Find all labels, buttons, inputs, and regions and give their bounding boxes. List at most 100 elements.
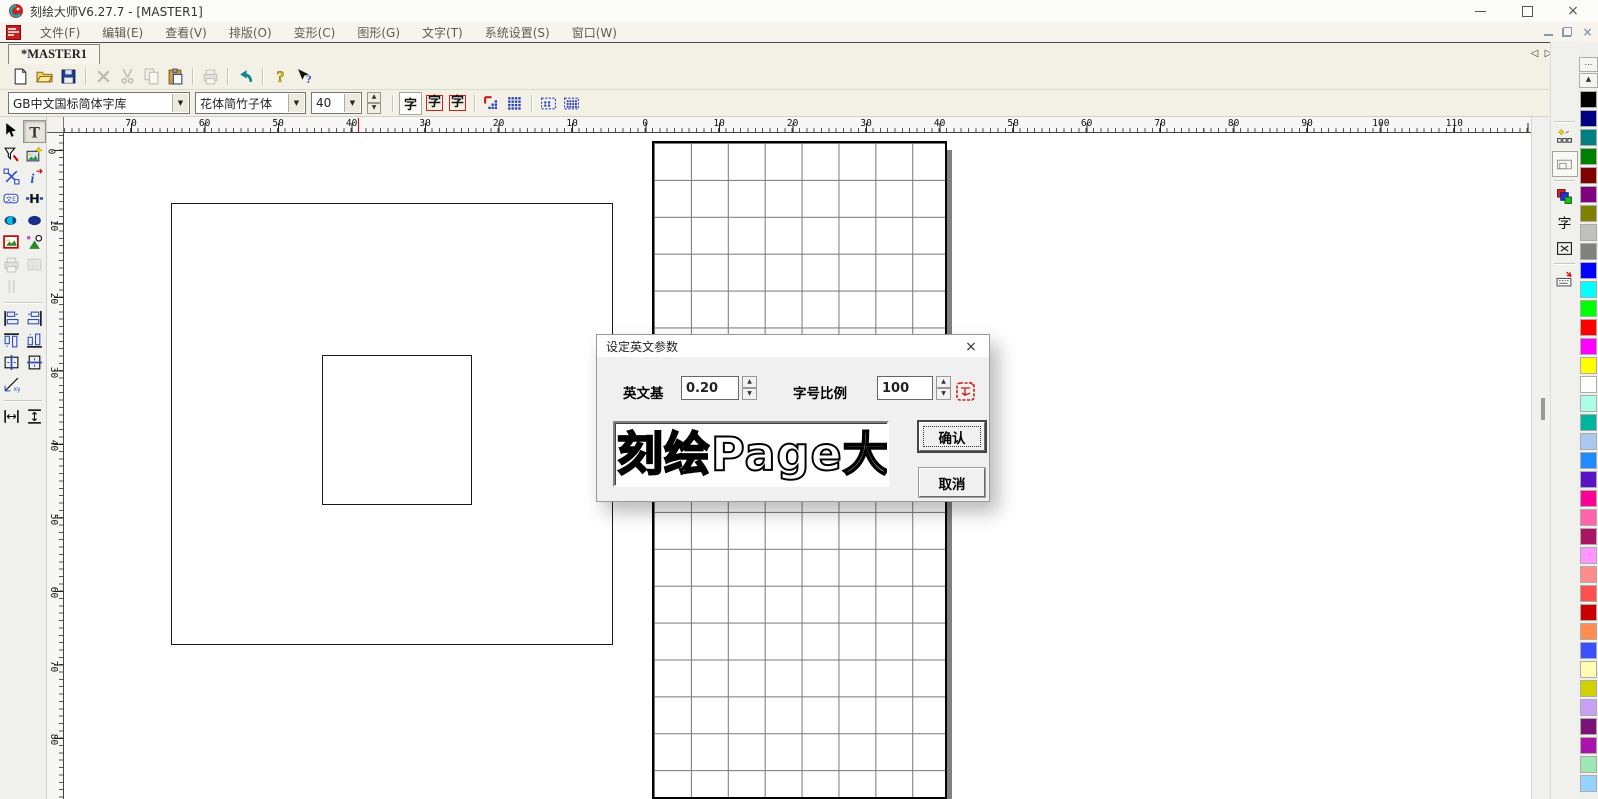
- menu-s[interactable]: 系统设置(S): [474, 26, 561, 40]
- color-swatch[interactable]: [1581, 586, 1596, 601]
- undo-icon[interactable]: [233, 66, 257, 88]
- color-swatch[interactable]: [1581, 396, 1596, 411]
- menu-e[interactable]: 编辑(E): [91, 26, 154, 40]
- tab-prev-button[interactable]: ◁: [1528, 46, 1541, 60]
- color-swatch[interactable]: [1581, 548, 1596, 563]
- font-size-select[interactable]: 40 ▼: [311, 92, 362, 114]
- color-swatch[interactable]: [1581, 415, 1596, 430]
- node-shape-tool[interactable]: [24, 232, 45, 253]
- color-swatch[interactable]: [1581, 130, 1596, 145]
- color-swatch[interactable]: [1581, 453, 1596, 468]
- ok-button[interactable]: 确认: [919, 422, 985, 451]
- color-swatch[interactable]: [1581, 472, 1596, 487]
- grid-dashed-icon[interactable]: [538, 93, 559, 114]
- menu-w[interactable]: 窗口(W): [561, 26, 628, 40]
- maximize-button[interactable]: [1510, 0, 1544, 22]
- font-library-select[interactable]: GB中文国标简体字库 ▼: [8, 92, 190, 114]
- cancel-button[interactable]: 取消: [919, 468, 985, 497]
- node-edit-tool[interactable]: [1, 166, 22, 187]
- color-swatch[interactable]: [1581, 339, 1596, 354]
- color-swatch[interactable]: [1581, 111, 1596, 126]
- color-swatch[interactable]: [1581, 92, 1596, 107]
- menu-f[interactable]: 文件(F): [29, 26, 91, 40]
- color-swatch[interactable]: [1581, 358, 1596, 373]
- color-swatch[interactable]: [1581, 282, 1596, 297]
- typeface-select[interactable]: 花体简竹子体 ▼: [195, 92, 306, 114]
- preview-box-button[interactable]: [1552, 151, 1578, 177]
- menu-g[interactable]: 图形(G): [346, 26, 411, 40]
- grid-red-blue-icon[interactable]: [481, 93, 502, 114]
- color-swatch[interactable]: [1581, 301, 1596, 316]
- mirror-text-tool[interactable]: H: [24, 188, 45, 209]
- image-frame-tool[interactable]: [1, 232, 22, 253]
- space-h-button[interactable]: [1, 406, 22, 427]
- open-file-icon[interactable]: [32, 66, 56, 88]
- size-ratio-input[interactable]: 100: [877, 376, 933, 400]
- color-swatch[interactable]: [1581, 263, 1596, 278]
- center-v-button[interactable]: [24, 352, 45, 373]
- text-plain-button[interactable]: 字: [399, 92, 422, 115]
- scrollbar-thumb[interactable]: [1541, 398, 1545, 420]
- color-swatch[interactable]: [1581, 700, 1596, 715]
- grid-blue-icon[interactable]: [504, 93, 525, 114]
- color-swatch[interactable]: [1581, 510, 1596, 525]
- align-left-button[interactable]: [1, 308, 22, 329]
- close-button[interactable]: ×: [1556, 0, 1590, 22]
- ellipse-tool[interactable]: [24, 210, 45, 231]
- save-file-icon[interactable]: [56, 66, 80, 88]
- grid-dashed-2-icon[interactable]: [561, 93, 582, 114]
- menu-t[interactable]: 文字(T): [411, 26, 474, 40]
- chevron-down-icon[interactable]: ▼: [288, 94, 304, 112]
- color-swatch[interactable]: [1581, 643, 1596, 658]
- align-right-button[interactable]: [24, 308, 45, 329]
- text-tool[interactable]: T: [23, 120, 46, 143]
- more-colors-button[interactable]: ...: [1579, 57, 1598, 72]
- center-h-button[interactable]: [1, 352, 22, 373]
- color-swatch[interactable]: [1581, 149, 1596, 164]
- color-swatch[interactable]: [1581, 662, 1596, 677]
- context-help-icon[interactable]: ?: [292, 66, 316, 88]
- text-boxed-button[interactable]: 字: [424, 93, 445, 114]
- color-swatch[interactable]: [1581, 529, 1596, 544]
- color-swatch[interactable]: [1581, 567, 1596, 582]
- chevron-down-icon[interactable]: ▼: [344, 94, 360, 112]
- menu-o[interactable]: 排版(O): [218, 26, 283, 40]
- color-swatch[interactable]: [1581, 225, 1596, 240]
- magic-dots-button[interactable]: [1553, 125, 1577, 149]
- color-swatch[interactable]: [1581, 168, 1596, 183]
- tab-master1[interactable]: *MASTER1: [8, 44, 100, 64]
- color-blocks-button[interactable]: [1553, 184, 1577, 208]
- color-swatch[interactable]: [1581, 776, 1596, 791]
- vertical-scrollbar[interactable]: [1531, 117, 1550, 799]
- color-swatch[interactable]: [1581, 244, 1596, 259]
- canvas-rectangle[interactable]: [322, 355, 472, 505]
- region-x-button[interactable]: [1553, 236, 1577, 260]
- text-boxed-2-button[interactable]: 字: [447, 93, 468, 114]
- color-swatch[interactable]: [1581, 719, 1596, 734]
- color-swatch[interactable]: [1581, 320, 1596, 335]
- mdi-close-button[interactable]: ×: [1581, 25, 1594, 38]
- font-size-stepper[interactable]: ▲▼: [367, 92, 381, 114]
- italic-skew-tool[interactable]: i: [24, 166, 45, 187]
- ellipse-arc-tool[interactable]: [1, 210, 22, 231]
- chevron-down-icon[interactable]: ▼: [172, 94, 188, 112]
- space-v-button[interactable]: [24, 406, 45, 427]
- align-top-button[interactable]: [1, 330, 22, 351]
- measure-tool[interactable]: xy: [1, 374, 22, 395]
- color-swatch[interactable]: [1581, 206, 1596, 221]
- help-icon[interactable]: ?: [268, 66, 292, 88]
- menu-c[interactable]: 变形(C): [283, 26, 347, 40]
- char-button[interactable]: 字: [1553, 210, 1577, 234]
- size-ratio-stepper[interactable]: ▲▼: [936, 376, 951, 400]
- dialog-close-icon[interactable]: ×: [962, 339, 980, 355]
- color-swatch[interactable]: [1581, 681, 1596, 696]
- color-swatch[interactable]: [1581, 605, 1596, 620]
- color-swatch[interactable]: [1581, 738, 1596, 753]
- pick-node-tool[interactable]: [1, 144, 22, 165]
- color-swatch[interactable]: [1581, 624, 1596, 639]
- color-swatch[interactable]: [1581, 377, 1596, 392]
- new-document-icon[interactable]: [8, 66, 32, 88]
- color-swatch[interactable]: [1581, 187, 1596, 202]
- palette-scroll-up-button[interactable]: ▲: [1579, 73, 1598, 88]
- mdi-minimize-button[interactable]: [1544, 28, 1553, 36]
